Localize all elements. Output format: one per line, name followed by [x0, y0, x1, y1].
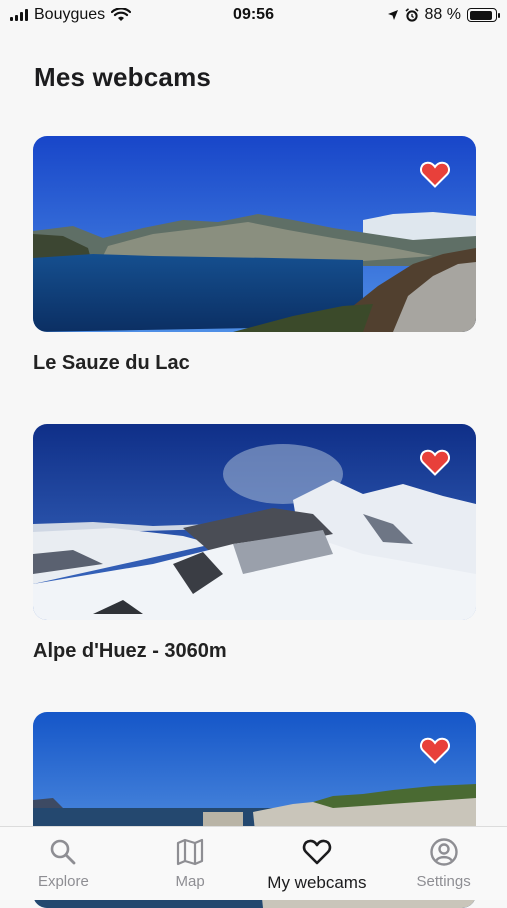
- location-arrow-icon: [387, 9, 399, 21]
- tab-label: My webcams: [267, 873, 366, 893]
- user-circle-icon: [429, 837, 459, 867]
- tab-my-webcams[interactable]: My webcams: [254, 827, 381, 900]
- tab-label: Explore: [38, 873, 89, 890]
- tab-map[interactable]: Map: [127, 827, 254, 900]
- status-right: 88 %: [387, 6, 497, 24]
- search-icon: [48, 837, 78, 867]
- battery-icon: [467, 8, 497, 22]
- favorite-heart-icon[interactable]: [420, 160, 450, 188]
- carrier-label: Bouygues: [34, 6, 105, 24]
- battery-percent: 88 %: [425, 6, 461, 24]
- heart-icon: [302, 837, 332, 867]
- tab-label: Settings: [417, 873, 471, 890]
- webcam-image-lake: [33, 136, 476, 332]
- webcam-thumbnail[interactable]: [33, 424, 476, 620]
- page-title: Mes webcams: [34, 62, 211, 93]
- status-time: 09:56: [233, 6, 274, 24]
- webcam-name[interactable]: Le Sauze du Lac: [33, 352, 476, 375]
- wifi-icon: [111, 8, 131, 22]
- favorite-heart-icon[interactable]: [420, 736, 450, 764]
- map-icon: [175, 837, 205, 867]
- webcam-image-snow: [33, 424, 476, 620]
- webcam-name[interactable]: Alpe d'Huez - 3060m: [33, 640, 476, 663]
- battery-level: [470, 11, 492, 20]
- alarm-icon: [405, 8, 419, 22]
- webcam-card[interactable]: Alpe d'Huez - 3060m: [33, 424, 476, 663]
- status-bar: Bouygues 09:56 88 %: [0, 0, 507, 30]
- tab-label: Map: [176, 873, 205, 890]
- tab-bar: Explore Map My webcams Settings: [0, 826, 507, 900]
- signal-icon: [10, 9, 28, 21]
- webcam-thumbnail[interactable]: [33, 136, 476, 332]
- webcam-card[interactable]: Le Sauze du Lac: [33, 136, 476, 375]
- tab-settings[interactable]: Settings: [380, 827, 507, 900]
- tab-explore[interactable]: Explore: [0, 827, 127, 900]
- favorite-heart-icon[interactable]: [420, 448, 450, 476]
- status-left: Bouygues: [10, 6, 131, 24]
